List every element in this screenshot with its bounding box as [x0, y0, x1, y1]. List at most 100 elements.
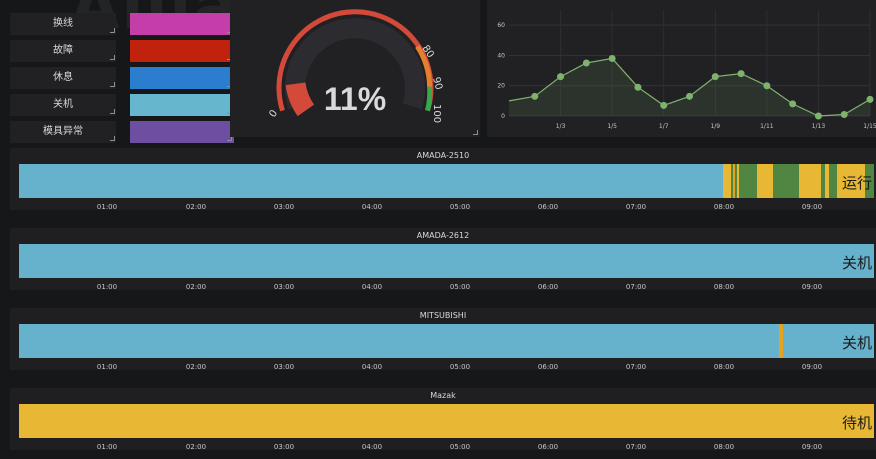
time-tick: 08:00 — [713, 283, 735, 291]
trend-chart-panel: 0 20 40 60 1/3 1/5 1/7 1/9 1/11 1/13 1/15 — [487, 0, 876, 137]
trend-x-tick: 1/11 — [760, 123, 774, 130]
trend-point[interactable] — [557, 73, 565, 81]
time-tick: 04:00 — [361, 443, 383, 451]
time-tick: 07:00 — [625, 203, 647, 211]
timeline-segments — [19, 244, 874, 278]
trend-x-tick: 1/15 — [863, 123, 876, 130]
timeline-panel-amada-2510: AMADA-2510 运行 01:00 02:00 03:00 04:00 05… — [10, 148, 876, 211]
trend-area — [509, 58, 870, 116]
legend-swatch — [130, 13, 234, 35]
resize-corner-icon — [110, 136, 115, 141]
trend-y-tick: 20 — [497, 83, 505, 90]
timeline-state-label: 待机 — [841, 414, 872, 432]
time-tick: 09:00 — [801, 443, 823, 451]
trend-y-tick: 60 — [497, 22, 505, 29]
timeline-panel-amada-2612: AMADA-2612 关机 01:00 02:00 03:00 04:00 05… — [10, 228, 876, 291]
time-tick: 02:00 — [185, 203, 207, 211]
timeline-axis: 01:00 02:00 03:00 04:00 05:00 06:00 07:0… — [19, 283, 874, 295]
trend-point[interactable] — [634, 83, 642, 91]
segment-standby — [723, 164, 731, 198]
trend-point[interactable] — [789, 100, 797, 108]
segment-standby — [779, 324, 783, 358]
time-tick: 03:00 — [273, 283, 295, 291]
time-tick: 06:00 — [537, 203, 559, 211]
time-tick: 02:00 — [185, 283, 207, 291]
time-tick: 08:00 — [713, 443, 735, 451]
segment-standby — [799, 164, 821, 198]
legend-swatch — [130, 67, 234, 89]
trend-x-tick: 1/5 — [607, 123, 617, 130]
trend-x-tick: 1/3 — [556, 123, 566, 130]
trend-point[interactable] — [582, 59, 590, 67]
trend-x-tick: 1/13 — [812, 123, 826, 130]
gauge-threshold-green — [425, 86, 433, 112]
time-tick: 09:00 — [801, 203, 823, 211]
timeline-bar: 运行 — [19, 164, 874, 198]
legend-label: 模具异常 — [10, 121, 116, 143]
time-tick: 04:00 — [361, 363, 383, 371]
trend-x-tick: 1/9 — [710, 123, 720, 130]
time-tick: 07:00 — [625, 363, 647, 371]
time-tick: 06:00 — [537, 363, 559, 371]
segment-standby — [733, 164, 735, 198]
time-tick: 02:00 — [185, 363, 207, 371]
trend-point[interactable] — [531, 92, 539, 100]
segment-shutdown — [19, 244, 874, 278]
trend-point[interactable] — [840, 110, 848, 118]
trend-point[interactable] — [711, 73, 719, 81]
time-tick: 05:00 — [449, 203, 471, 211]
time-tick: 07:00 — [625, 443, 647, 451]
trend-y-tick: 0 — [501, 113, 505, 120]
legend-swatch — [130, 121, 234, 143]
timeline-axis: 01:00 02:00 03:00 04:00 05:00 06:00 07:0… — [19, 203, 874, 215]
time-tick: 05:00 — [449, 443, 471, 451]
legend-swatch — [130, 40, 234, 62]
segment-standby — [757, 164, 773, 198]
trend-chart: 0 20 40 60 1/3 1/5 1/7 1/9 1/11 1/13 1/15 — [497, 10, 876, 130]
legend-label: 休息 — [10, 67, 116, 89]
resize-corner-icon — [110, 28, 115, 33]
segment-standby — [825, 164, 829, 198]
trend-point[interactable] — [660, 101, 668, 109]
timeline-panel-mazak: Mazak 待机 01:00 02:00 03:00 04:00 05:00 0… — [10, 388, 876, 451]
trend-point[interactable] — [608, 54, 616, 62]
timeline-state-label: 关机 — [841, 254, 872, 272]
time-tick: 03:00 — [273, 203, 295, 211]
trend-point[interactable] — [866, 95, 874, 103]
time-tick: 04:00 — [361, 203, 383, 211]
gauge-chart: 11% 0 80 90 100 — [267, 9, 444, 123]
time-tick: 08:00 — [713, 203, 735, 211]
gauge-tick-0: 0 — [267, 108, 280, 120]
timeline-title: Mazak — [430, 391, 456, 400]
time-tick: 09:00 — [801, 363, 823, 371]
trend-point[interactable] — [686, 92, 693, 100]
trend-y-tick: 40 — [497, 52, 505, 59]
trend-point[interactable] — [763, 82, 771, 90]
resize-corner-icon — [110, 82, 115, 87]
gauge-value-arc — [285, 82, 315, 117]
time-tick: 07:00 — [625, 283, 647, 291]
timeline-panel-mitsubishi: MITSUBISHI 关机 01:00 02:00 03:00 04:00 05… — [10, 308, 876, 371]
legend-label: 换线 — [10, 13, 116, 35]
time-tick: 01:00 — [96, 203, 118, 211]
resize-corner-icon — [110, 55, 115, 60]
trend-point[interactable] — [814, 112, 822, 120]
legend-swatch — [130, 94, 234, 116]
resize-corner-icon — [473, 130, 478, 135]
trend-point[interactable] — [737, 70, 745, 78]
time-tick: 03:00 — [273, 363, 295, 371]
timeline-axis: 01:00 02:00 03:00 04:00 05:00 06:00 07:0… — [19, 363, 874, 375]
time-tick: 01:00 — [96, 283, 118, 291]
resize-corner-icon — [110, 109, 115, 114]
segment-standby — [19, 404, 874, 438]
legend-label: 关机 — [10, 94, 116, 116]
timeline-bar: 关机 — [19, 244, 874, 278]
timeline-axis: 01:00 02:00 03:00 04:00 05:00 06:00 07:0… — [19, 443, 874, 455]
time-tick: 05:00 — [449, 283, 471, 291]
time-tick: 09:00 — [801, 283, 823, 291]
timeline-segments — [19, 164, 874, 198]
gauge-value-text: 11% — [324, 81, 386, 117]
timeline-title: AMADA-2510 — [416, 151, 470, 160]
timeline-bar: 关机 — [19, 324, 874, 358]
time-tick: 03:00 — [273, 443, 295, 451]
